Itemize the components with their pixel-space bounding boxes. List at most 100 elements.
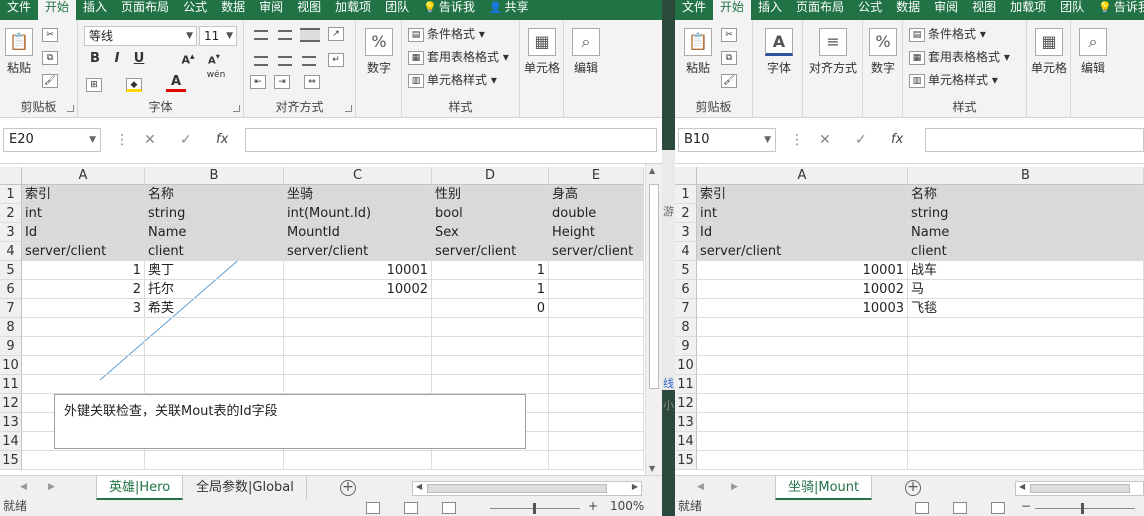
cell[interactable]: double — [549, 204, 644, 223]
insert-function-button[interactable]: fx — [216, 128, 228, 152]
page-layout-icon[interactable] — [404, 502, 418, 514]
zoom-thumb[interactable] — [533, 503, 536, 514]
row-header[interactable]: 7 — [0, 299, 22, 318]
zoom-slider[interactable] — [1035, 508, 1135, 509]
zoom-level[interactable]: 100% — [610, 499, 644, 513]
number-format-button[interactable]: % 数字 — [363, 28, 395, 76]
normal-view-icon[interactable] — [915, 502, 929, 514]
cell[interactable]: 10001 — [284, 261, 432, 280]
cell[interactable]: 飞毯 — [908, 299, 1144, 318]
name-box[interactable]: E20 ▼ — [3, 128, 101, 152]
page-break-icon[interactable] — [442, 502, 456, 514]
merge-center-button[interactable]: ⇔ — [304, 72, 323, 90]
underline-button[interactable]: U — [129, 51, 149, 66]
font-size-select[interactable]: 11 ▼ — [199, 26, 237, 46]
next-sheet-icon[interactable]: ▶ — [731, 482, 738, 492]
hscroll-thumb[interactable] — [427, 484, 607, 493]
worksheet-grid[interactable]: A B 1 索引 名称 2 int string 3 Id Name 4 server/client cl… — [675, 164, 1144, 475]
font-button[interactable]: A 字体 — [763, 28, 795, 76]
row-header[interactable]: 1 — [675, 185, 697, 204]
wrap-text-button[interactable]: ↵ — [328, 50, 347, 68]
font-launcher-icon[interactable] — [233, 105, 240, 112]
enter-icon[interactable]: ✓ — [180, 128, 192, 152]
copy-button[interactable]: ⧉ — [42, 48, 61, 66]
cell[interactable] — [284, 337, 432, 356]
align-right-icon[interactable] — [302, 56, 316, 66]
share-button[interactable]: 👤 共享 — [482, 0, 536, 20]
row-header[interactable]: 5 — [675, 261, 697, 280]
number-format-button[interactable]: % 数字 — [867, 28, 899, 76]
cell[interactable]: string — [145, 204, 284, 223]
cancel-icon[interactable]: ✕ — [819, 128, 831, 152]
ribbon-tab[interactable]: 插入 — [751, 0, 789, 20]
ribbon-tab[interactable]: 插入 — [76, 0, 114, 20]
cell[interactable] — [284, 299, 432, 318]
increase-indent-button[interactable]: ⇥ — [274, 72, 293, 90]
row-header[interactable]: 6 — [0, 280, 22, 299]
cell[interactable]: 10002 — [284, 280, 432, 299]
cell[interactable]: MountId — [284, 223, 432, 242]
cell[interactable] — [145, 451, 284, 470]
cell[interactable]: 10001 — [697, 261, 908, 280]
orientation-button[interactable]: ↗ — [328, 24, 347, 42]
ribbon-tab[interactable]: 开始 — [38, 0, 77, 20]
cut-button[interactable]: ✂ — [42, 25, 61, 43]
cell[interactable] — [697, 337, 908, 356]
cell[interactable]: 2 — [22, 280, 145, 299]
row-header[interactable]: 12 — [0, 394, 22, 413]
font-name-select[interactable]: 等线 ▼ — [84, 26, 197, 46]
row-header[interactable]: 3 — [675, 223, 697, 242]
cell[interactable]: 10002 — [697, 280, 908, 299]
row-header[interactable]: 8 — [0, 318, 22, 337]
cell[interactable]: Name — [908, 223, 1144, 242]
sheet-tab-mount[interactable]: 坐骑|Mount — [775, 476, 873, 500]
ribbon-tab[interactable]: 视图 — [965, 0, 1003, 20]
cell[interactable] — [549, 394, 644, 413]
cell[interactable]: int — [22, 204, 145, 223]
cell[interactable]: 坐骑 — [284, 185, 432, 204]
cell[interactable]: string — [908, 204, 1144, 223]
row-header[interactable]: 9 — [0, 337, 22, 356]
row-header[interactable]: 12 — [675, 394, 697, 413]
cell[interactable]: server/client — [284, 242, 432, 261]
column-header-a[interactable]: A — [22, 167, 145, 185]
normal-view-icon[interactable] — [366, 502, 380, 514]
sheet-tab-global[interactable]: 全局参数|Global — [184, 476, 307, 500]
cell[interactable] — [908, 318, 1144, 337]
cell[interactable]: 希芙 — [145, 299, 284, 318]
column-header-e[interactable]: E — [549, 167, 644, 185]
row-header[interactable]: 4 — [675, 242, 697, 261]
cell[interactable]: 索引 — [697, 185, 908, 204]
row-header[interactable]: 11 — [675, 375, 697, 394]
border-button[interactable]: ⊞ — [86, 75, 105, 93]
cell[interactable]: 战车 — [908, 261, 1144, 280]
font-color-button[interactable]: A — [166, 74, 186, 92]
horizontal-scrollbar[interactable]: ◀ — [1015, 481, 1144, 496]
alignment-launcher-icon[interactable] — [345, 105, 352, 112]
paste-button[interactable]: 📋 粘贴 — [683, 28, 713, 76]
phonetic-button[interactable]: wén — [202, 70, 230, 80]
editing-button[interactable]: ⌕ 编辑 — [1077, 28, 1109, 76]
scroll-left-icon[interactable]: ◀ — [1019, 482, 1025, 491]
cell[interactable]: Sex — [432, 223, 549, 242]
row-header[interactable]: 2 — [0, 204, 22, 223]
column-header-b[interactable]: B — [908, 167, 1144, 185]
cell-styles-button[interactable]: ▥ 单元格样式 ▾ — [408, 71, 497, 89]
cell[interactable] — [22, 375, 145, 394]
cell[interactable]: client — [908, 242, 1144, 261]
cell[interactable] — [697, 394, 908, 413]
enter-icon[interactable]: ✓ — [855, 128, 867, 152]
decrease-indent-button[interactable]: ⇤ — [250, 72, 269, 90]
bold-button[interactable]: B — [85, 51, 105, 66]
cell[interactable] — [697, 375, 908, 394]
cell[interactable] — [549, 432, 644, 451]
cell[interactable] — [22, 337, 145, 356]
cell[interactable]: client — [145, 242, 284, 261]
row-header[interactable]: 6 — [675, 280, 697, 299]
next-sheet-icon[interactable]: ▶ — [48, 482, 55, 492]
align-top-icon[interactable] — [254, 30, 268, 40]
cell[interactable] — [549, 337, 644, 356]
cell[interactable]: 性别 — [432, 185, 549, 204]
align-bottom-icon[interactable] — [300, 28, 320, 42]
scroll-up-icon[interactable]: ▲ — [649, 166, 655, 175]
